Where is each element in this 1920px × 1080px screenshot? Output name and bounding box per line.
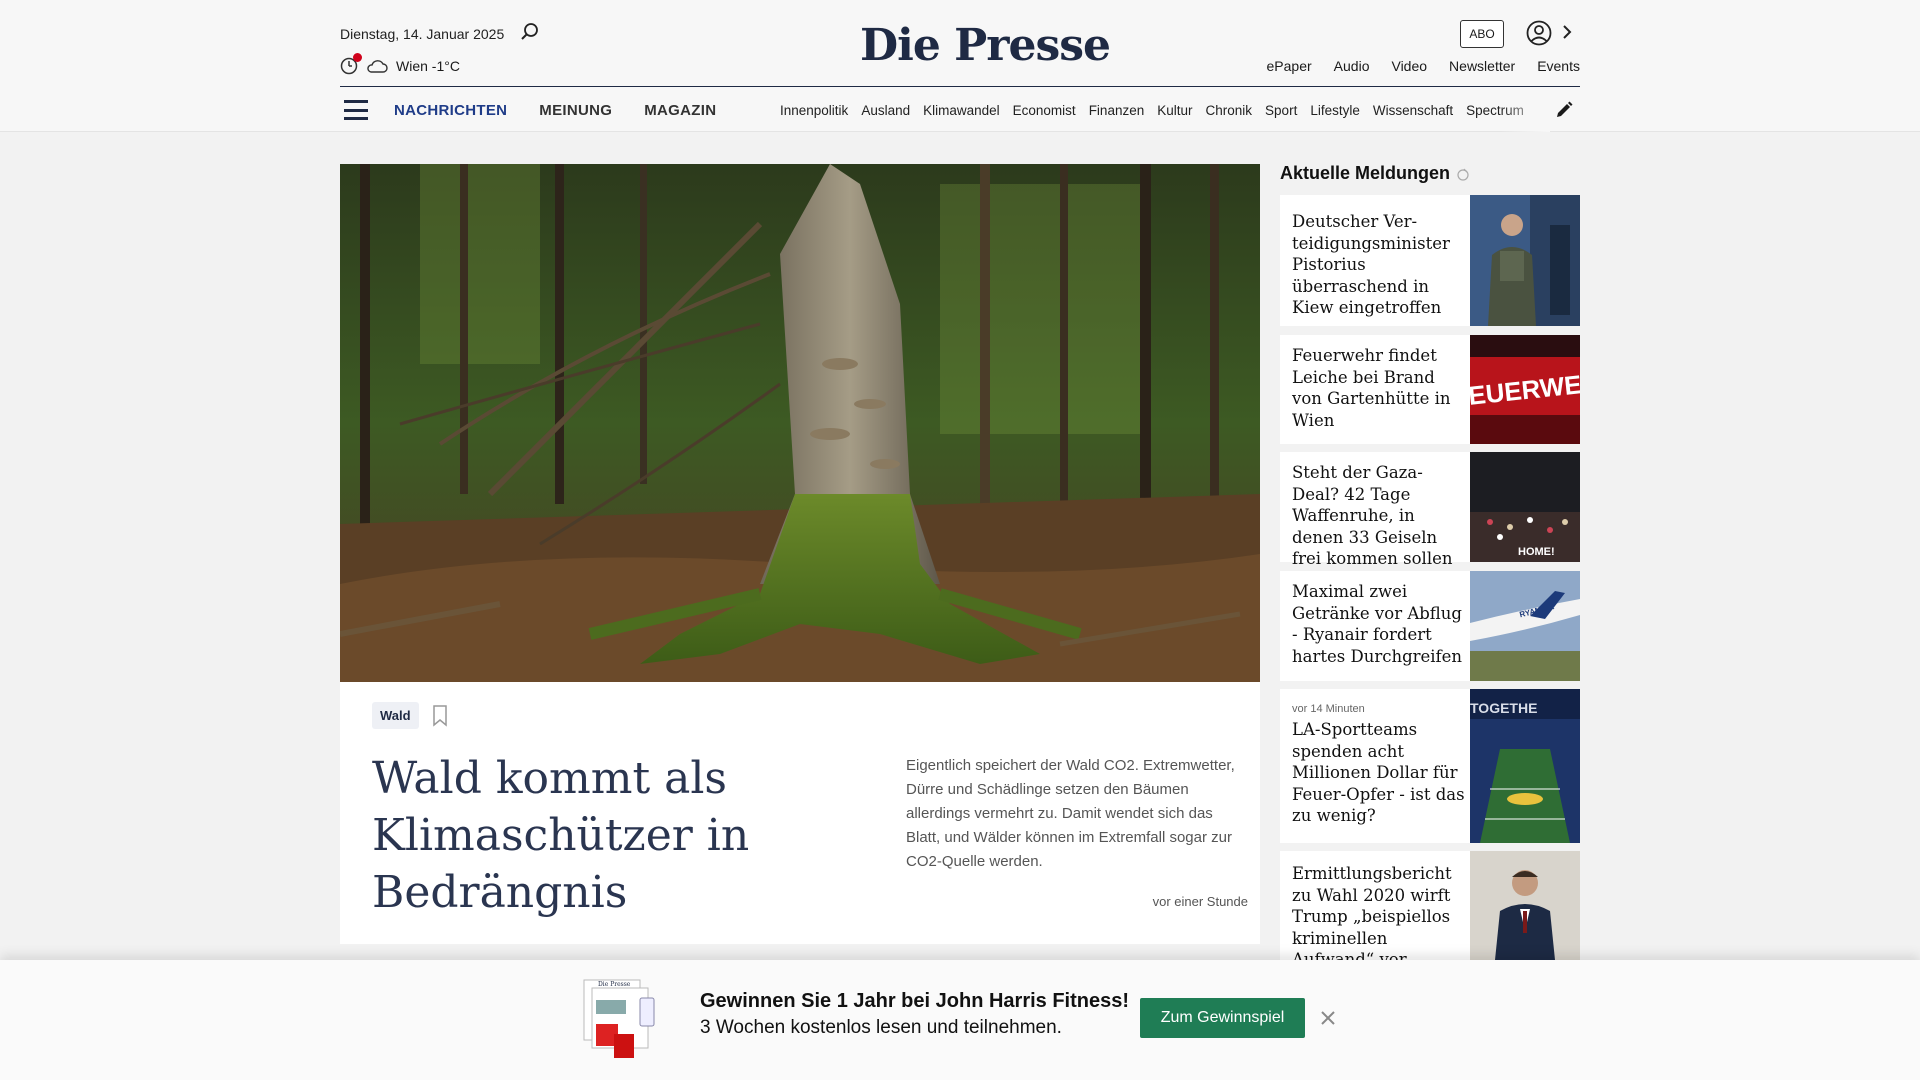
link-events[interactable]: Events xyxy=(1537,58,1580,74)
nav-chronik[interactable]: Chronik xyxy=(1206,103,1253,118)
nav-meinung[interactable]: MEINUNG xyxy=(539,102,612,119)
news-thumbnail[interactable]: TOGETHE xyxy=(1470,689,1580,843)
news-thumbnail[interactable] xyxy=(1470,195,1580,326)
site-header: Dienstag, 14. Januar 2025 Wien -1°C Die … xyxy=(0,0,1920,132)
news-item[interactable]: Feuerwehr findet Leiche bei Brand von Ga… xyxy=(1280,335,1580,444)
hero-teaser: Eigentlich speichert der Wald CO2. Extre… xyxy=(906,757,1235,870)
header-inner: Dienstag, 14. Januar 2025 Wien -1°C Die … xyxy=(340,0,1580,132)
news-title[interactable]: Ermittlungsbericht zu Wahl 2020 wirft Tr… xyxy=(1292,863,1468,971)
link-audio[interactable]: Audio xyxy=(1334,58,1370,74)
news-text: vor 14 Minuten LA-Sportteams spenden ach… xyxy=(1292,703,1468,827)
top-links: ePaper Audio Video Newsletter Events xyxy=(1267,58,1580,74)
cloud-icon xyxy=(367,60,388,73)
nav-fade xyxy=(1500,88,1550,132)
hero-image-forest[interactable] xyxy=(340,164,1260,682)
clock-icon[interactable] xyxy=(340,53,362,75)
primary-nav: NACHRICHTEN MEINUNG MAGAZIN xyxy=(394,102,716,119)
news-text: Feuerwehr findet Leiche bei Brand von Ga… xyxy=(1292,345,1468,431)
news-title[interactable]: Feuerwehr findet Leiche bei Brand von Ga… xyxy=(1292,345,1468,431)
link-video[interactable]: Video xyxy=(1391,58,1427,74)
news-item[interactable]: vor 14 Minuten LA-Sportteams spenden ach… xyxy=(1280,689,1580,843)
news-thumbnail[interactable] xyxy=(1470,851,1580,960)
hamburger-menu-icon[interactable] xyxy=(344,100,368,120)
nav-ausland[interactable]: Ausland xyxy=(861,103,910,118)
notification-dot xyxy=(353,53,362,62)
search-icon[interactable] xyxy=(520,22,540,42)
nav-wissenschaft[interactable]: Wissenschaft xyxy=(1373,103,1453,118)
newspaper-bundle-image: Die Presse xyxy=(578,978,662,1062)
main-navigation: NACHRICHTEN MEINUNG MAGAZIN Innenpolitik… xyxy=(340,88,1580,132)
link-epaper[interactable]: ePaper xyxy=(1267,58,1312,74)
nav-innenpolitik[interactable]: Innenpolitik xyxy=(780,103,848,118)
pencil-icon[interactable] xyxy=(1554,100,1574,120)
banner-text: Gewinnen Sie 1 Jahr bei John Harris Fitn… xyxy=(700,990,1129,1039)
nav-finanzen[interactable]: Finanzen xyxy=(1089,103,1145,118)
bookmark-icon[interactable] xyxy=(431,704,449,727)
user-account-icon[interactable] xyxy=(1526,20,1552,46)
hero-timestamp: vor einer Stunde xyxy=(1152,894,1248,909)
nav-sport[interactable]: Sport xyxy=(1265,103,1297,118)
news-title[interactable]: Maximal zwei Getränke vor Abflug - Ryana… xyxy=(1292,581,1468,667)
link-newsletter[interactable]: Newsletter xyxy=(1449,58,1515,74)
nav-kultur[interactable]: Kultur xyxy=(1157,103,1192,118)
news-text: Ermittlungsbericht zu Wahl 2020 wirft Tr… xyxy=(1292,863,1468,971)
news-item[interactable]: Ermittlungsbericht zu Wahl 2020 wirft Tr… xyxy=(1280,851,1580,969)
news-thumbnail[interactable]: EUERWEH xyxy=(1470,335,1580,444)
news-text: Deutscher Ver­teidigungsminister Pistori… xyxy=(1292,211,1468,319)
article-tag-row: Wald xyxy=(372,702,449,729)
news-text: Steht der Gaza-Deal? 42 Tage Waffenruhe,… xyxy=(1292,462,1468,570)
news-text: Maximal zwei Getränke vor Abflug - Ryana… xyxy=(1292,581,1468,667)
news-thumbnail[interactable]: HOME! xyxy=(1470,452,1580,562)
news-timestamp: vor 14 Minuten xyxy=(1292,703,1365,715)
news-title[interactable]: Deutscher Ver­teidigungsminister Pistori… xyxy=(1292,211,1468,319)
sidebar-title-text: Aktuelle Meldungen xyxy=(1280,163,1451,183)
news-thumbnail[interactable]: RYANAIR xyxy=(1470,571,1580,681)
weather-text: Wien -1°C xyxy=(396,58,460,74)
current-date: Dienstag, 14. Januar 2025 xyxy=(340,26,505,42)
thumb-text-home: HOME! xyxy=(1518,546,1555,558)
section-nav: Innenpolitik Ausland Klimawandel Economi… xyxy=(780,88,1550,132)
news-item[interactable]: Steht der Gaza-Deal? 42 Tage Waffenruhe,… xyxy=(1280,452,1580,568)
nav-klimawandel[interactable]: Klimawandel xyxy=(923,103,1000,118)
banner-subline: 3 Wochen kostenlos lesen und teilnehmen. xyxy=(700,1017,1062,1038)
nav-magazin[interactable]: MAGAZIN xyxy=(644,102,716,119)
close-icon[interactable] xyxy=(1318,1008,1338,1028)
news-title[interactable]: LA-Sportteams spenden acht Millionen Dol… xyxy=(1292,719,1468,827)
product-logo-text: Die Presse xyxy=(598,981,631,988)
news-title[interactable]: Steht der Gaza-Deal? 42 Tage Waffenruhe,… xyxy=(1292,462,1468,570)
nav-nachrichten[interactable]: NACHRICHTEN xyxy=(394,102,507,119)
article-tag[interactable]: Wald xyxy=(372,702,419,729)
chevron-right-icon[interactable] xyxy=(1562,23,1572,41)
sidebar-title: Aktuelle Meldungen xyxy=(1280,163,1470,184)
nav-economist[interactable]: Economist xyxy=(1013,103,1076,118)
gewinnspiel-button[interactable]: Zum Gewinnspiel xyxy=(1140,998,1305,1038)
abo-button[interactable]: ABO xyxy=(1460,20,1504,48)
banner-headline: Gewinnen Sie 1 Jahr bei John Harris Fitn… xyxy=(700,990,1130,1012)
news-item[interactable]: Maximal zwei Getränke vor Abflug - Ryana… xyxy=(1280,571,1580,681)
live-feed-icon xyxy=(1457,168,1469,181)
nav-lifestyle[interactable]: Lifestyle xyxy=(1310,103,1360,118)
hero-article[interactable]: Wald Wald kommt als Klima­schützer in Be… xyxy=(340,164,1260,944)
header-divider xyxy=(340,86,1580,87)
promo-banner: Die Presse Gewinnen Sie 1 Jahr bei John … xyxy=(0,960,1920,1080)
hero-headline[interactable]: Wald kommt als Klima­schützer in Bedräng… xyxy=(372,750,872,921)
weather-widget[interactable]: Wien -1°C xyxy=(340,53,460,75)
thumb-text-together: TOGETHE xyxy=(1470,700,1537,716)
news-item[interactable]: Deutscher Ver­teidigungsminister Pistori… xyxy=(1280,195,1580,326)
site-logo[interactable]: Die Presse xyxy=(860,20,1111,71)
